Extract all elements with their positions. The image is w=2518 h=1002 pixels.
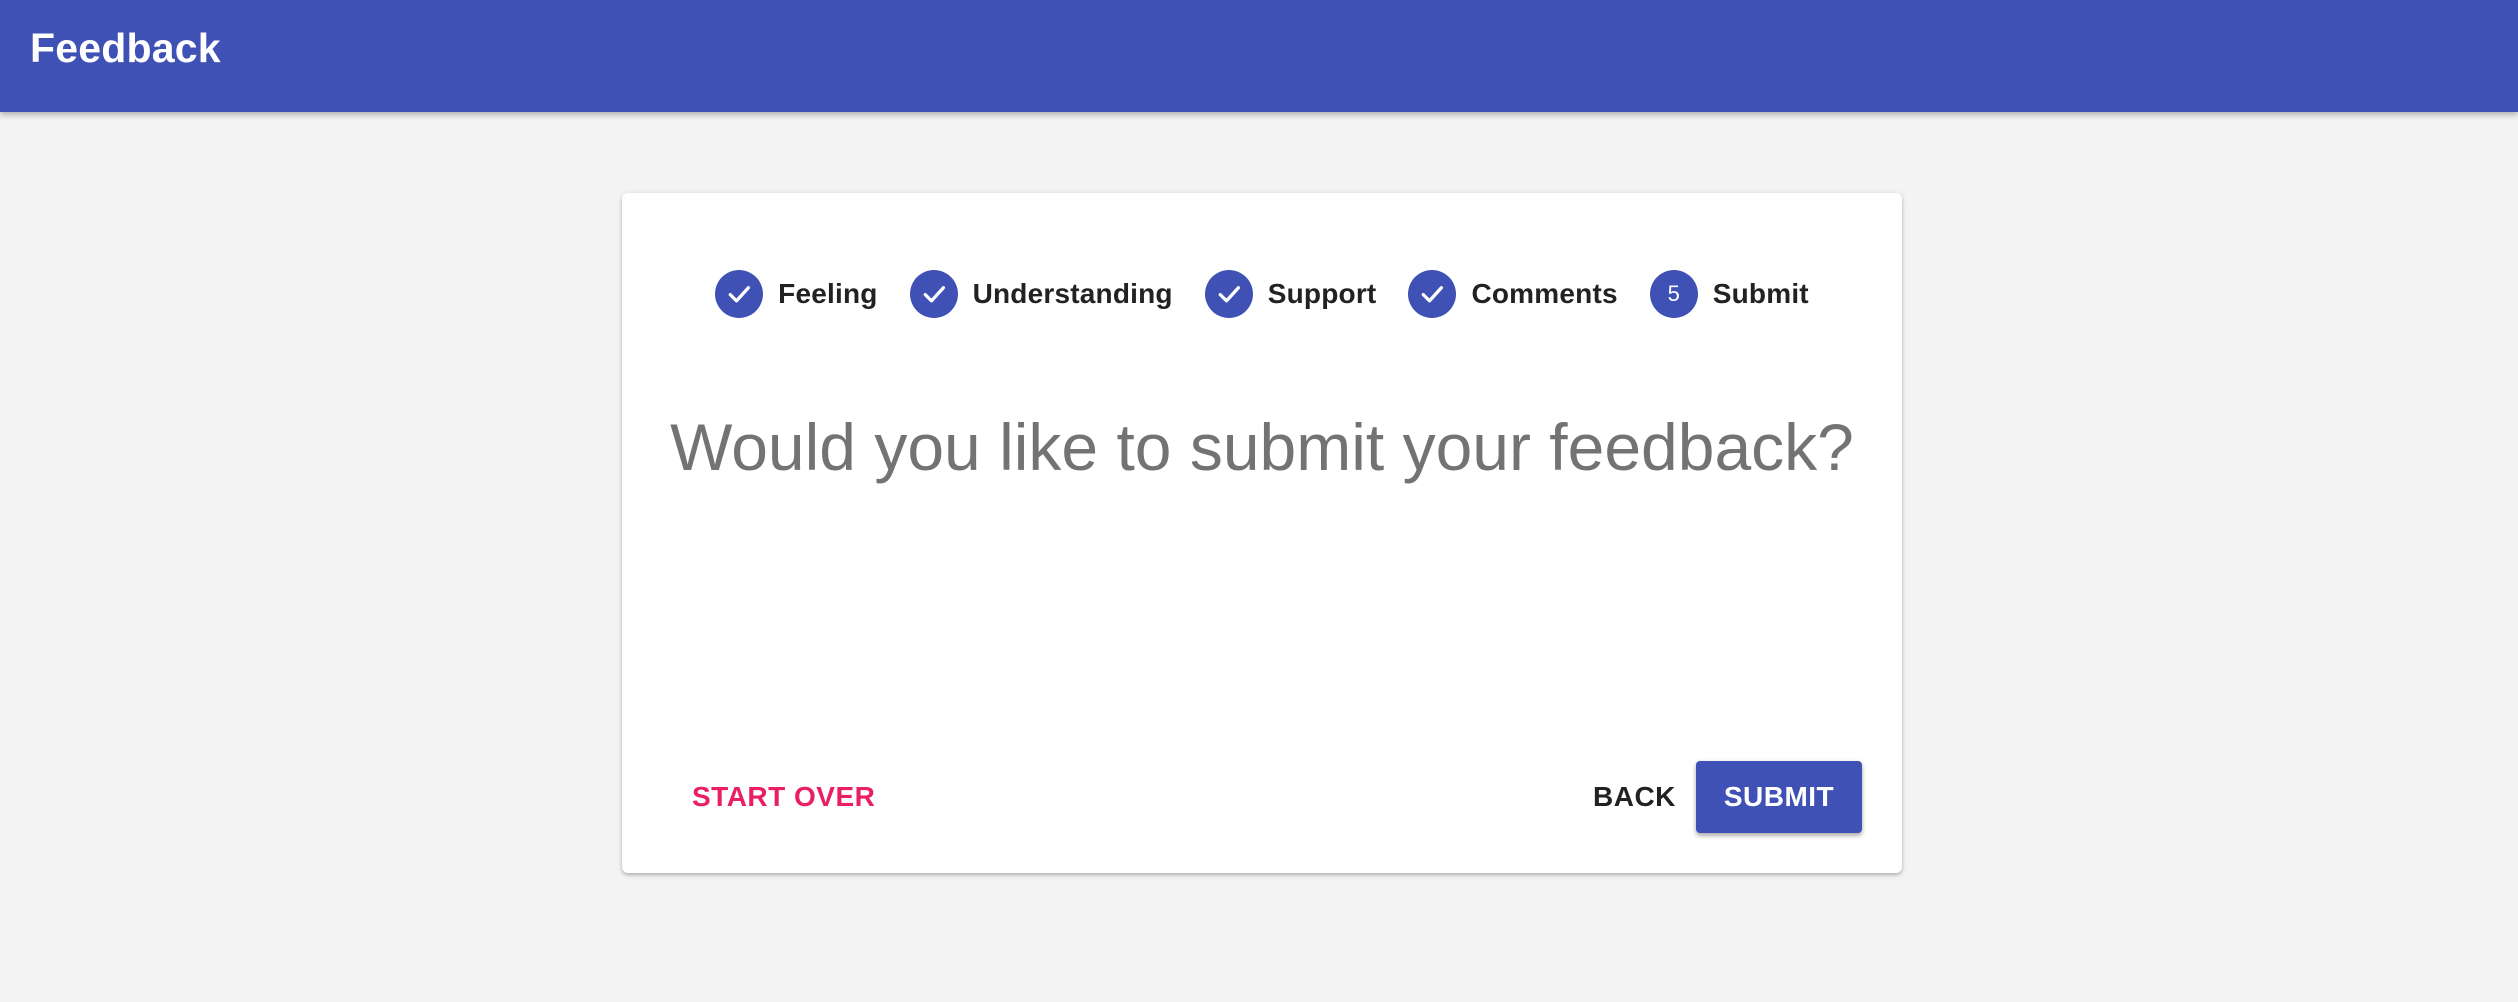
submit-prompt: Would you like to submit your feedback? xyxy=(670,410,1854,484)
step-comments[interactable]: Comments xyxy=(1408,270,1618,318)
start-over-button[interactable]: START OVER xyxy=(672,761,895,833)
step-label: Submit xyxy=(1712,278,1809,309)
step-submit[interactable]: 5 Submit xyxy=(1649,270,1809,318)
app-title: Feedback xyxy=(30,25,221,71)
step-feeling[interactable]: Feeling xyxy=(715,270,877,318)
stepper: Feeling Understanding Support Comments 5… xyxy=(622,268,1902,320)
step-label: Feeling xyxy=(778,278,878,309)
submit-button[interactable]: SUBMIT xyxy=(1696,761,1862,833)
check-icon xyxy=(909,270,958,318)
app-bar: Feedback xyxy=(0,0,2518,112)
check-icon xyxy=(1408,270,1457,318)
step-support[interactable]: Support xyxy=(1204,270,1377,318)
step-label: Comments xyxy=(1471,278,1618,309)
step-number: 5 xyxy=(1649,270,1698,318)
feedback-card: Feeling Understanding Support Comments 5… xyxy=(622,193,1902,873)
step-understanding[interactable]: Understanding xyxy=(909,270,1173,318)
check-icon xyxy=(715,270,764,318)
step-label: Understanding xyxy=(972,278,1173,309)
step-label: Support xyxy=(1267,278,1377,309)
check-icon xyxy=(1204,270,1253,318)
back-button[interactable]: BACK xyxy=(1573,761,1696,833)
